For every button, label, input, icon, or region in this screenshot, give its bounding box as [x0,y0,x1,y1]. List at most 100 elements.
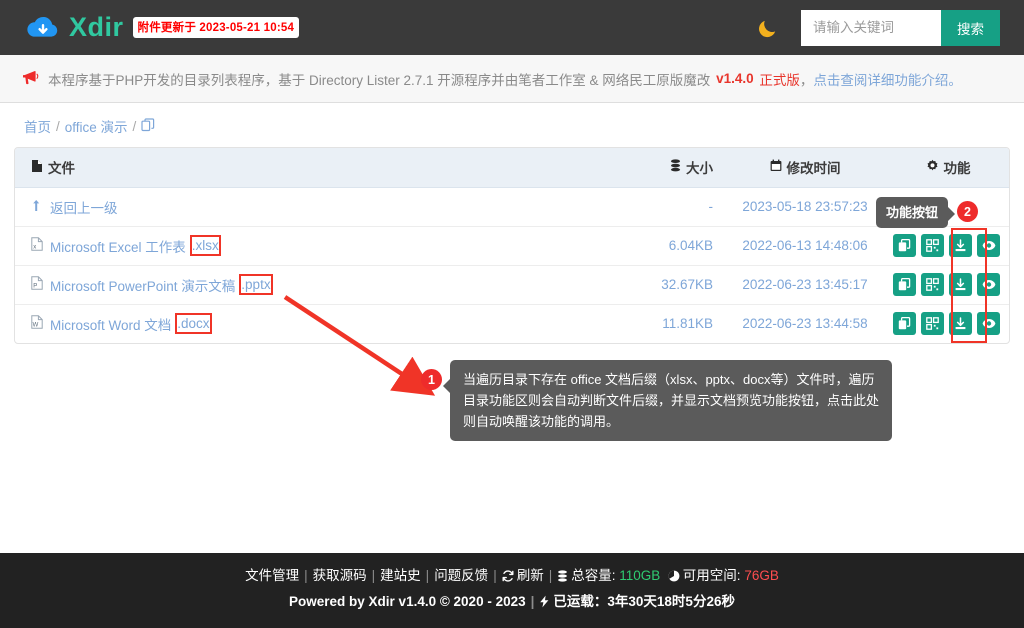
breadcrumb-home[interactable]: 首页 [24,116,51,136]
svg-text:W: W [33,323,39,329]
download-button[interactable] [949,312,972,336]
file-table-head: 文件 大小 修改时间 功能 [15,148,1009,188]
search-input[interactable] [801,9,941,46]
copy-link-button[interactable] [893,312,916,336]
preview-button[interactable] [977,273,1000,296]
file-link[interactable]: x Microsoft Excel 工作表 .xlsx [31,235,221,256]
parent-directory-link[interactable]: 返回上一级 [31,197,118,217]
refresh-icon[interactable] [502,566,514,590]
file-list-panel: 文件 大小 修改时间 功能 返回上一级 - 2023-05-18 23:57:2… [14,147,1010,344]
file-time: 2022-06-23 13:45:17 [725,265,885,305]
notice-comma: ， [799,72,814,88]
file-size: 6.04KB [615,226,725,266]
table-header-row: 文件 大小 修改时间 功能 [15,148,1009,188]
column-header-name-label: 文件 [48,161,75,177]
footer-sep: | [493,568,497,583]
qrcode-button[interactable] [921,234,944,257]
copy-link-button[interactable] [893,273,916,296]
footer-uptime-value: 3年30天18时5分26秒 [607,594,735,609]
brand-logo[interactable]: Xdir [26,14,124,41]
file-name-base: Microsoft Word 文档 [50,317,172,333]
copy-path-icon[interactable] [141,117,155,135]
column-header-time[interactable]: 修改时间 [725,148,885,188]
breadcrumb-separator-2: / [132,118,137,134]
search-button[interactable]: 搜索 [941,9,1000,46]
notice-bar: 本程序基于PHP开发的目录列表程序，基于 Directory Lister 2.… [0,55,1024,103]
main-content: 首页 / office 演示 / 文件 大小 修改时间 功能 返回上一级 - 2… [0,103,1024,344]
function-buttons-tooltip: 功能按钮 [876,197,956,228]
database-icon [670,159,681,175]
copy-link-button[interactable] [893,234,916,257]
notice-release: 正式版 [759,72,800,88]
parent-row-label: 返回上一级 [50,200,118,216]
megaphone-icon [22,70,39,88]
file-time: 2022-06-13 14:48:06 [725,226,885,266]
parent-row-name-cell: 返回上一级 [15,187,615,227]
footer-capacity-label: 总容量: [571,568,616,583]
footer-sep: | [425,568,430,583]
download-button[interactable] [949,234,972,257]
column-header-action: 功能 [885,148,1009,188]
footer-link-feedback[interactable]: 问题反馈 [434,568,488,583]
preview-button[interactable] [977,312,1000,336]
parent-row-size: - [615,187,725,227]
footer-capacity-value: 110GB [619,568,661,583]
footer-link-source[interactable]: 获取源码 [313,568,367,583]
file-link[interactable]: P Microsoft PowerPoint 演示文稿 .pptx [31,274,273,295]
moon-icon[interactable] [757,17,779,39]
powerpoint-file-icon: P [31,276,43,293]
file-name-cell: P Microsoft PowerPoint 演示文稿 .pptx [15,265,615,305]
column-header-name[interactable]: 文件 [15,148,615,188]
table-row[interactable]: W Microsoft Word 文档 .docx 11.81KB 2022-06… [15,304,1009,343]
page-footer: 文件管理 | 获取源码 | 建站史 | 问题反馈 | 刷新 | 总容量: 110GB 可用空间: 7… [0,553,1024,628]
footer-sep: | [371,568,376,583]
table-row[interactable]: P Microsoft PowerPoint 演示文稿 .pptx 32.67KB… [15,265,1009,305]
notice-link[interactable]: 点击查阅详细功能介绍。 [813,69,962,89]
file-name-cell: W Microsoft Word 文档 .docx [15,304,615,343]
file-name-extension: .docx [175,313,212,335]
svg-text:x: x [33,245,36,251]
file-actions [885,304,1009,343]
file-actions [885,226,1009,266]
notice-version: v1.4.0 [716,71,754,86]
footer-uptime-label: 已运载： [553,594,608,609]
search-box: 搜索 [801,9,1000,46]
cloud-download-icon [26,15,60,41]
file-time: 2022-06-23 13:44:58 [742,316,868,332]
column-header-size[interactable]: 大小 [615,148,725,188]
file-name-extension: .pptx [239,274,273,295]
notice-text: 本程序基于PHP开发的目录列表程序，基于 Directory Lister 2.… [48,72,711,88]
table-row[interactable]: x Microsoft Excel 工作表 .xlsx 6.04KB 2022-0… [15,226,1009,266]
file-size: 11.81KB [662,316,713,332]
breadcrumb-current[interactable]: office 演示 [65,116,128,136]
column-header-action-label: 功能 [943,161,971,177]
svg-text:P: P [33,284,37,290]
qrcode-button[interactable] [921,312,944,336]
parent-row-time: 2023-05-18 23:57:23 [725,187,885,227]
footer-sep: | [304,568,308,583]
download-button[interactable] [949,273,972,296]
gear-icon [926,159,939,175]
callout-badge-2: 2 [957,201,978,222]
update-badge: 附件更新于 2023-05-21 10:54 [132,17,300,38]
pie-chart-icon [668,566,680,590]
file-table-body: 返回上一级 - 2023-05-18 23:57:23 x Microsoft … [15,187,1009,343]
file-link[interactable]: W Microsoft Word 文档 .docx [31,313,212,335]
file-name-base: Microsoft Excel 工作表 [50,239,186,255]
database-icon [557,566,568,590]
level-up-icon [31,199,43,215]
preview-feature-tooltip: 当遍历目录下存在 office 文档后缀（xlsx、pptx、docx等）文件时… [443,360,892,441]
preview-button[interactable] [977,234,1000,257]
table-row-parent[interactable]: 返回上一级 - 2023-05-18 23:57:23 [15,187,1009,227]
footer-link-history[interactable]: 建站史 [380,568,421,583]
footer-free-label: 可用空间: [682,568,741,583]
top-navbar: Xdir 附件更新于 2023-05-21 10:54 搜索 [0,0,1024,55]
footer-sep: | [548,568,553,583]
footer-refresh-label[interactable]: 刷新 [517,568,544,583]
footer-link-file-manage[interactable]: 文件管理 [245,568,299,583]
breadcrumb-separator-1: / [56,118,60,134]
qrcode-button[interactable] [921,273,944,296]
column-header-size-label: 大小 [686,161,713,177]
file-table: 文件 大小 修改时间 功能 返回上一级 - 2023-05-18 23:57:2… [15,148,1009,343]
file-actions [885,265,1009,305]
